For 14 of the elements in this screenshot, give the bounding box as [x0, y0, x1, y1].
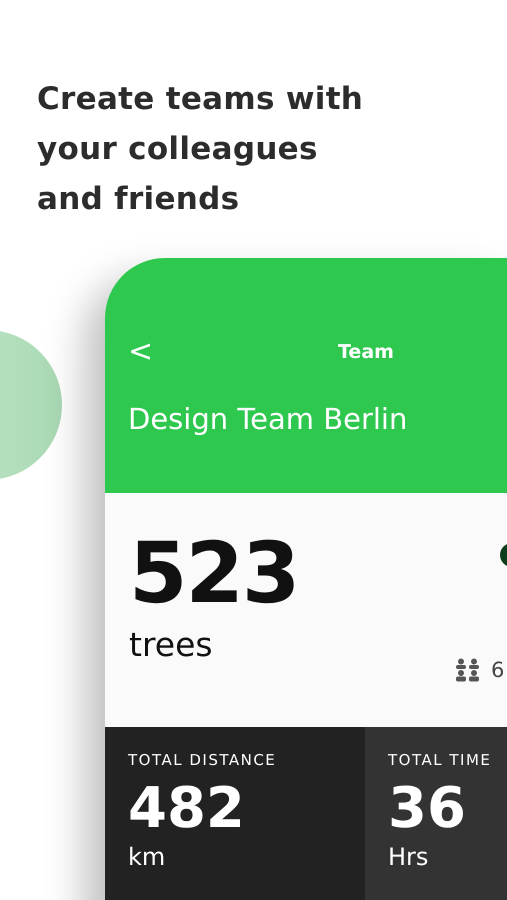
- stat-value: 482: [128, 777, 246, 841]
- team-name: Design Team Berlin: [128, 402, 408, 436]
- stat-value: 36: [388, 777, 467, 841]
- people-icon: [455, 658, 481, 682]
- back-button[interactable]: <: [128, 336, 158, 368]
- stat-unit: Hrs: [388, 843, 430, 871]
- stat-label: TOTAL DISTANCE: [128, 751, 278, 769]
- stat-label: TOTAL TIME: [388, 751, 492, 769]
- screen-title: Team: [338, 341, 394, 363]
- headline: Create teams with your colleagues and friends: [37, 80, 364, 219]
- member-count: 6: [491, 658, 504, 682]
- stat-unit: km: [128, 843, 166, 871]
- tree-count: 523: [129, 523, 298, 623]
- tree-unit: trees: [129, 625, 214, 664]
